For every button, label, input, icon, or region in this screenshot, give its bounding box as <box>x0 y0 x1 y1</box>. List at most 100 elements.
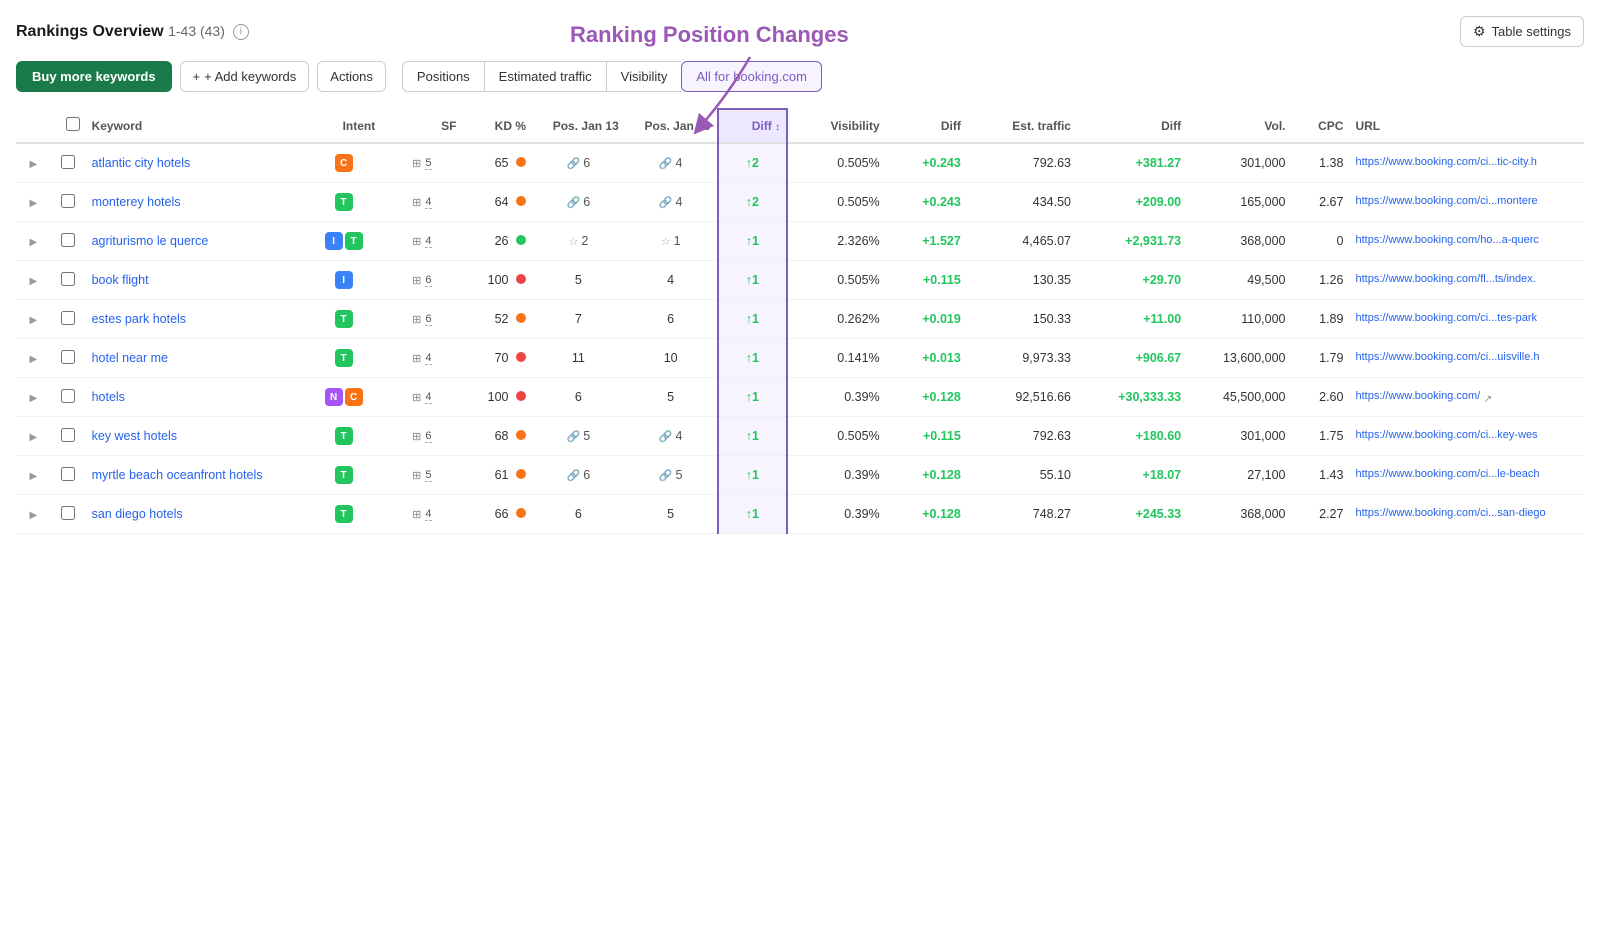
tab-all-booking[interactable]: All for booking.com <box>681 61 822 92</box>
sf-number[interactable]: 4 <box>425 352 431 365</box>
keyword-link[interactable]: estes park hotels <box>92 312 187 326</box>
sf-number[interactable]: 4 <box>425 391 431 404</box>
vol-cell: 368,000 <box>1187 222 1291 261</box>
expand-button[interactable]: ▶ <box>28 276 40 287</box>
sf-number[interactable]: 4 <box>425 196 431 209</box>
expand-button[interactable]: ▶ <box>28 315 40 326</box>
url-link[interactable]: https://www.booking.com/ho...a-querc <box>1355 234 1538 246</box>
sf-number[interactable]: 4 <box>425 235 431 248</box>
url-link[interactable]: https://www.booking.com/ci...san-diego <box>1355 507 1545 519</box>
row-checkbox[interactable] <box>61 233 75 247</box>
plus-icon: + <box>193 69 201 84</box>
keyword-link[interactable]: key west hotels <box>92 429 177 443</box>
buy-keywords-button[interactable]: Buy more keywords <box>16 61 172 92</box>
cpc-cell: 1.75 <box>1292 417 1350 456</box>
vol-cell: 110,000 <box>1187 300 1291 339</box>
table-settings-button[interactable]: ⚙ Table settings <box>1460 16 1584 47</box>
expand-cell: ▶ <box>16 495 51 534</box>
diff-cell: ↑1 <box>718 378 788 417</box>
kd-dot <box>516 157 526 167</box>
toolbar: Buy more keywords + + Add keywords Actio… <box>16 61 1584 92</box>
diff-value: ↑1 <box>746 312 759 326</box>
keyword-link[interactable]: monterey hotels <box>92 195 181 209</box>
keyword-cell: book flight <box>86 261 306 300</box>
url-link[interactable]: https://www.booking.com/ci...tes-park <box>1355 312 1537 324</box>
expand-button[interactable]: ▶ <box>28 510 40 521</box>
est-diff-value: +180.60 <box>1136 429 1182 443</box>
keyword-link[interactable]: myrtle beach oceanfront hotels <box>92 468 263 482</box>
keyword-cell: san diego hotels <box>86 495 306 534</box>
row-checkbox[interactable] <box>61 389 75 403</box>
keyword-link[interactable]: san diego hotels <box>92 507 183 521</box>
row-checkbox[interactable] <box>61 428 75 442</box>
table-row: ▶ san diego hotels T ⊞ 4 66 6 5 ↑1 0. <box>16 495 1584 534</box>
select-all-checkbox[interactable] <box>66 117 80 131</box>
diff-cell: ↑1 <box>718 417 788 456</box>
intent-cell: IT <box>306 222 381 261</box>
est-diff-value: +30,333.33 <box>1118 390 1181 404</box>
pos-jan19-cell: 🔗 4 <box>625 417 718 456</box>
expand-button[interactable]: ▶ <box>28 237 40 248</box>
row-checkbox[interactable] <box>61 506 75 520</box>
th-pos-jan19[interactable]: Pos. Jan 19 <box>625 109 718 143</box>
row-checkbox[interactable] <box>61 467 75 481</box>
expand-button[interactable]: ▶ <box>28 471 40 482</box>
expand-button[interactable]: ▶ <box>28 393 40 404</box>
row-checkbox[interactable] <box>61 272 75 286</box>
keyword-link[interactable]: atlantic city hotels <box>92 156 191 170</box>
expand-cell: ▶ <box>16 143 51 183</box>
sf-number[interactable]: 6 <box>425 313 431 326</box>
expand-button[interactable]: ▶ <box>28 354 40 365</box>
row-checkbox[interactable] <box>61 194 75 208</box>
est-traffic-cell: 130.35 <box>967 261 1077 300</box>
page-header: Rankings Overview 1-43 (43) i ⚙ Table se… <box>16 16 1584 47</box>
th-pos-jan13[interactable]: Pos. Jan 13 <box>532 109 625 143</box>
expand-cell: ▶ <box>16 183 51 222</box>
kd-dot <box>516 469 526 479</box>
sf-number[interactable]: 4 <box>425 508 431 521</box>
url-link[interactable]: https://www.booking.com/ci...le-beach <box>1355 468 1539 480</box>
expand-button[interactable]: ▶ <box>28 159 40 170</box>
url-link[interactable]: https://www.booking.com/ci...montere <box>1355 195 1537 207</box>
kd-dot <box>516 196 526 206</box>
expand-button[interactable]: ▶ <box>28 432 40 443</box>
info-icon[interactable]: i <box>233 24 249 40</box>
th-diff[interactable]: Diff ↕ <box>718 109 788 143</box>
url-link[interactable]: https://www.booking.com/ci...key-wes <box>1355 429 1537 441</box>
row-checkbox[interactable] <box>61 350 75 364</box>
sf-number[interactable]: 6 <box>425 274 431 287</box>
row-checkbox[interactable] <box>61 311 75 325</box>
url-cell: https://www.booking.com/ci...tes-park <box>1349 300 1584 339</box>
sf-number[interactable]: 6 <box>425 430 431 443</box>
keyword-link[interactable]: hotel near me <box>92 351 168 365</box>
expand-button[interactable]: ▶ <box>28 198 40 209</box>
cpc-cell: 1.43 <box>1292 456 1350 495</box>
tab-estimated-traffic[interactable]: Estimated traffic <box>484 61 606 92</box>
url-cell: https://www.booking.com/ho...a-querc <box>1349 222 1584 261</box>
add-keywords-button[interactable]: + + Add keywords <box>180 61 310 92</box>
sf-number[interactable]: 5 <box>425 157 431 170</box>
url-link[interactable]: https://www.booking.com/fl...ts/index. <box>1355 273 1535 285</box>
keyword-link[interactable]: hotels <box>92 390 125 404</box>
url-link[interactable]: https://www.booking.com/ <box>1355 390 1480 402</box>
est-diff-cell: +245.33 <box>1077 495 1187 534</box>
visibility-cell: 0.141% <box>787 339 886 378</box>
vol-cell: 13,600,000 <box>1187 339 1291 378</box>
vol-cell: 301,000 <box>1187 143 1291 183</box>
keyword-link[interactable]: agriturismo le querce <box>92 234 209 248</box>
checkbox-cell <box>51 378 86 417</box>
keyword-cell: hotel near me <box>86 339 306 378</box>
est-diff-value: +245.33 <box>1136 507 1182 521</box>
keyword-link[interactable]: book flight <box>92 273 149 287</box>
url-link[interactable]: https://www.booking.com/ci...uisville.h <box>1355 351 1539 363</box>
row-checkbox[interactable] <box>61 155 75 169</box>
url-link[interactable]: https://www.booking.com/ci...tic-city.h <box>1355 156 1536 168</box>
actions-button[interactable]: Actions <box>317 61 386 92</box>
cpc-cell: 0 <box>1292 222 1350 261</box>
tab-visibility[interactable]: Visibility <box>606 61 682 92</box>
diff-cell: ↑1 <box>718 456 788 495</box>
sf-number[interactable]: 5 <box>425 469 431 482</box>
th-cpc: CPC <box>1292 109 1350 143</box>
tab-positions[interactable]: Positions <box>402 61 484 92</box>
vis-diff-cell: +0.115 <box>886 417 967 456</box>
